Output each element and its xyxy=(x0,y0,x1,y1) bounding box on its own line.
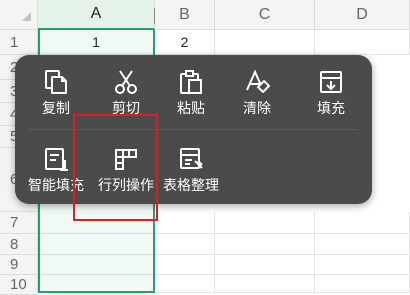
row-column-operations-button[interactable]: 行列操作 xyxy=(91,134,161,194)
cut-button[interactable]: 剪切 xyxy=(91,57,161,117)
context-menu: 复制 剪切 粘贴 清除 填充 智能填充 行列操作 表格整理 xyxy=(15,55,372,204)
cell[interactable] xyxy=(215,255,315,275)
cell[interactable] xyxy=(155,212,215,234)
table-tidy-button[interactable]: 表格整理 xyxy=(156,134,226,194)
row-column-icon xyxy=(115,149,137,170)
column-header-a[interactable]: A xyxy=(38,0,155,30)
cell[interactable] xyxy=(315,255,410,275)
clear-label: 清除 xyxy=(243,100,271,116)
cell[interactable] xyxy=(315,212,410,234)
cell[interactable] xyxy=(315,275,410,293)
eraser-icon xyxy=(246,69,270,93)
cell-c1[interactable] xyxy=(215,30,315,55)
smart-fill-icon xyxy=(45,148,68,171)
paste-icon xyxy=(180,70,202,94)
cell-a1[interactable]: 1 xyxy=(38,30,155,55)
select-all-corner[interactable] xyxy=(0,0,38,30)
cell[interactable] xyxy=(38,234,155,255)
cell[interactable] xyxy=(155,255,215,275)
cell[interactable] xyxy=(155,275,215,293)
paste-label: 粘贴 xyxy=(177,100,205,116)
row-header-9[interactable]: 9 xyxy=(0,255,38,275)
scissors-icon xyxy=(115,70,137,94)
paste-button[interactable]: 粘贴 xyxy=(156,57,226,117)
fill-button[interactable]: 填充 xyxy=(296,57,366,117)
column-header-d[interactable]: D xyxy=(315,0,410,30)
column-header-c[interactable]: C xyxy=(215,0,315,30)
table-tidy-icon xyxy=(180,148,203,169)
cell[interactable] xyxy=(215,275,315,293)
cell[interactable] xyxy=(38,275,155,293)
cut-label: 剪切 xyxy=(112,100,140,116)
cell-b1[interactable]: 2 xyxy=(155,30,215,55)
row-header-1[interactable]: 1 xyxy=(0,30,38,55)
cell[interactable] xyxy=(38,255,155,275)
row-header-10[interactable]: 10 xyxy=(0,275,38,295)
cell[interactable] xyxy=(315,234,410,255)
copy-icon xyxy=(45,70,67,94)
cell[interactable] xyxy=(38,212,155,234)
row-header-8[interactable]: 8 xyxy=(0,234,38,255)
row-column-operations-label: 行列操作 xyxy=(98,177,154,193)
cell-d1[interactable] xyxy=(315,30,410,55)
copy-label: 复制 xyxy=(42,100,70,116)
clear-button[interactable]: 清除 xyxy=(222,57,292,117)
select-all-triangle-icon xyxy=(22,12,31,21)
table-tidy-label: 表格整理 xyxy=(163,177,219,193)
fill-label: 填充 xyxy=(317,100,345,116)
smart-fill-label: 智能填充 xyxy=(28,177,84,193)
cell[interactable] xyxy=(155,234,215,255)
copy-button[interactable]: 复制 xyxy=(21,57,91,117)
menu-divider xyxy=(29,129,358,130)
cell[interactable] xyxy=(215,212,315,234)
fill-down-icon xyxy=(320,71,342,93)
cell[interactable] xyxy=(215,234,315,255)
smart-fill-button[interactable]: 智能填充 xyxy=(21,134,91,194)
row-header-7[interactable]: 7 xyxy=(0,212,38,234)
column-header-b[interactable]: B xyxy=(155,0,215,30)
